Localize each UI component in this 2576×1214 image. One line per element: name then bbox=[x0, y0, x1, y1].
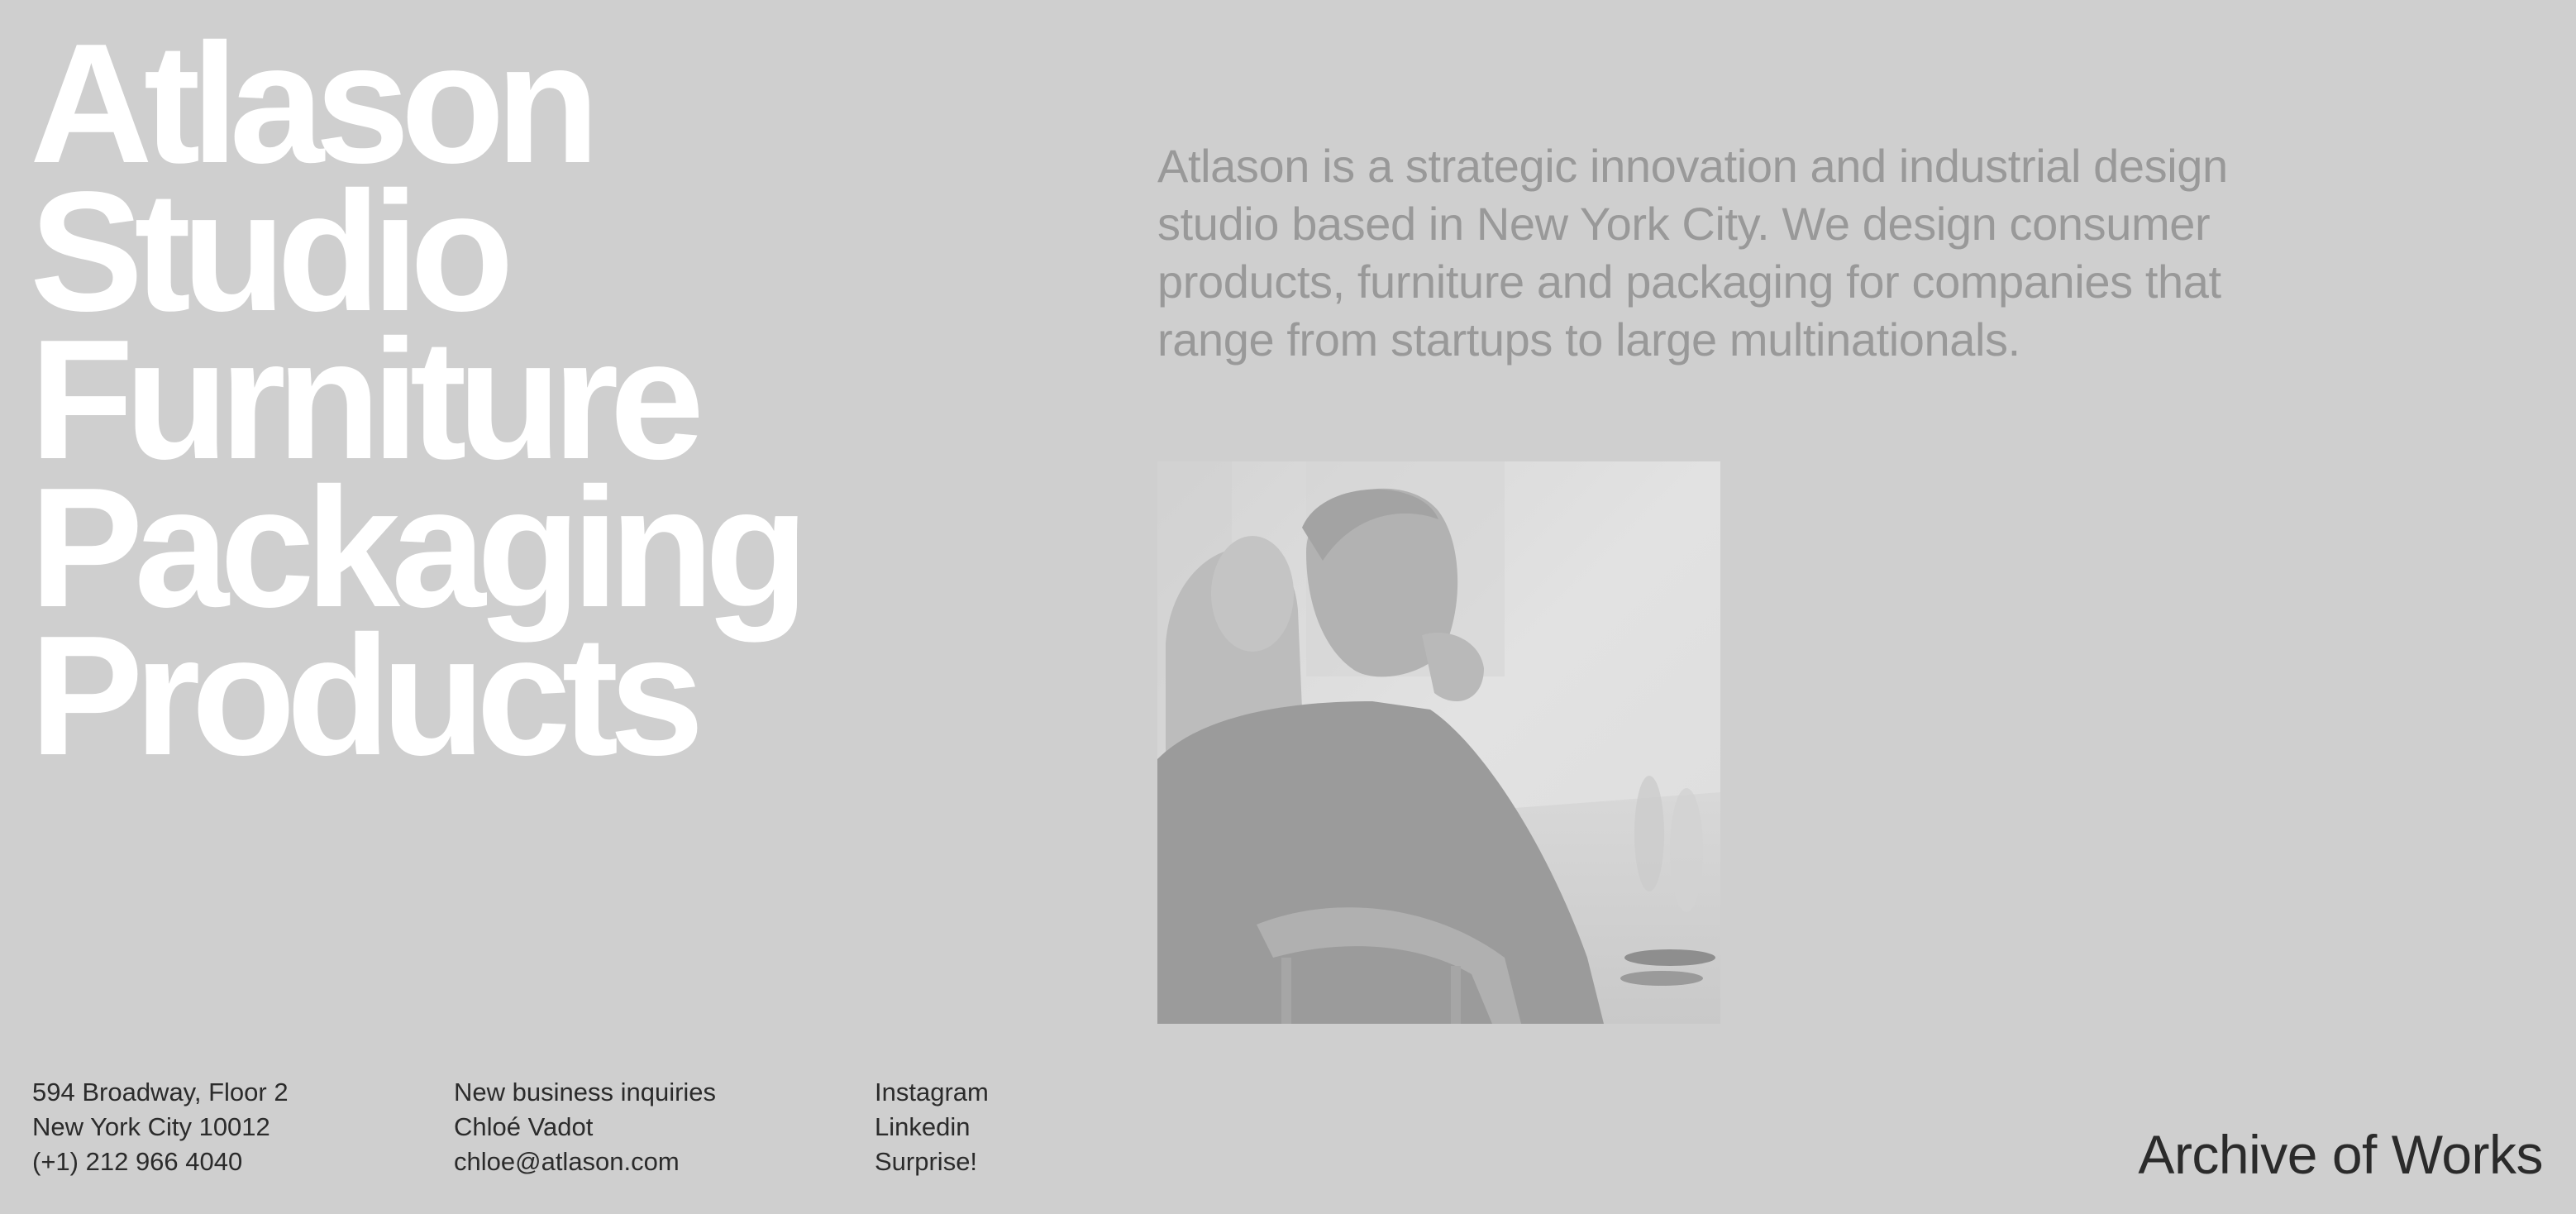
inquiries-contact-name: Chloé Vadot bbox=[454, 1112, 594, 1141]
footer-address: 594 Broadway, Floor 2 New York City 1001… bbox=[32, 1075, 289, 1179]
main-nav: Atlason Studio Furniture Packaging Produ… bbox=[30, 18, 809, 781]
archive-of-works-link[interactable]: Archive of Works bbox=[2138, 1120, 2543, 1189]
surprise-link[interactable]: Surprise! bbox=[875, 1147, 977, 1176]
linkedin-link[interactable]: Linkedin bbox=[875, 1112, 970, 1141]
address-street: 594 Broadway, Floor 2 bbox=[32, 1078, 289, 1106]
address-city: New York City 10012 bbox=[32, 1112, 270, 1141]
meeting-photo-illustration bbox=[1157, 461, 1720, 1024]
address-phone[interactable]: (+1) 212 966 4040 bbox=[32, 1145, 289, 1179]
inquiries-email-link[interactable]: chloe@atlason.com bbox=[454, 1147, 680, 1176]
inquiries-heading: New business inquiries bbox=[454, 1078, 717, 1106]
nav-item-products[interactable]: Products bbox=[30, 610, 799, 781]
meeting-photo bbox=[1157, 461, 1720, 1024]
instagram-link[interactable]: Instagram bbox=[875, 1078, 989, 1106]
footer-inquiries: New business inquiries Chloé Vadot chloe… bbox=[454, 1075, 716, 1179]
footer-social-links: Instagram Linkedin Surprise! bbox=[875, 1075, 989, 1179]
intro-paragraph: Atlason is a strategic innovation and in… bbox=[1157, 140, 2228, 366]
